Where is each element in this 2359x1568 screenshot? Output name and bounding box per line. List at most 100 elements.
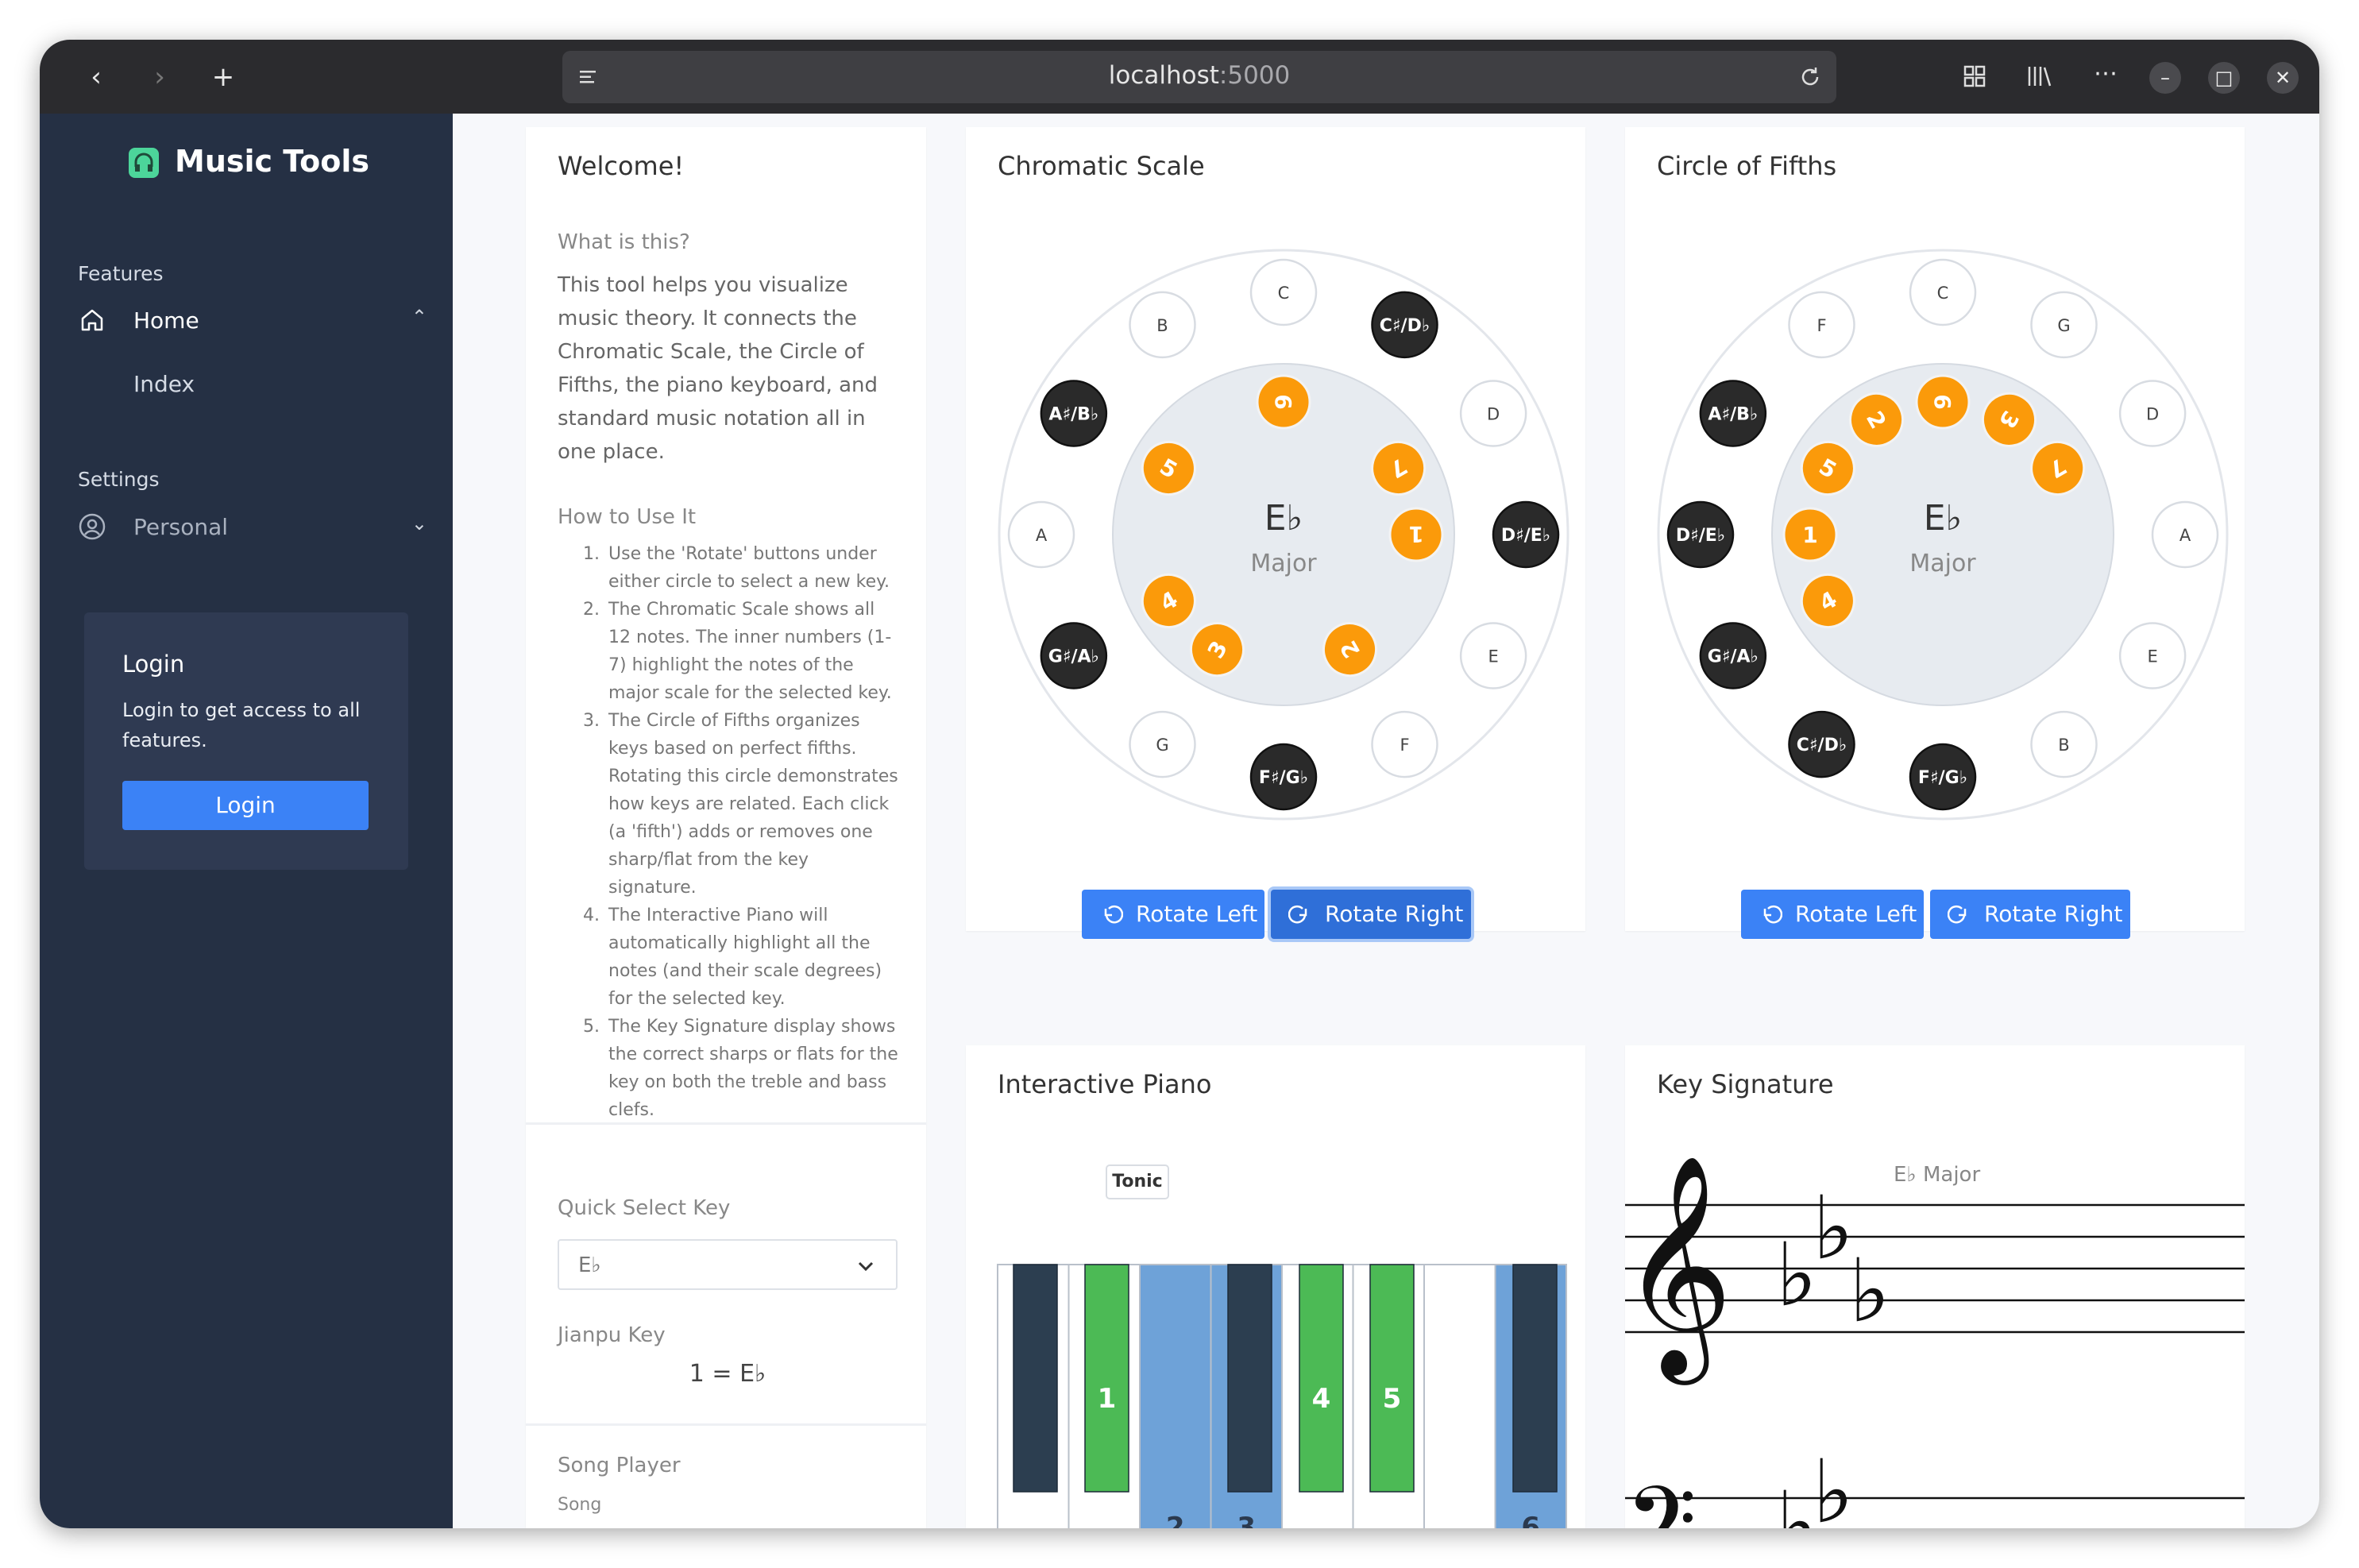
more-menu-icon[interactable]: ⋯ [2086, 54, 2125, 94]
forward-icon[interactable]: › [140, 57, 180, 97]
what-heading: What is this? [558, 230, 690, 254]
note-node[interactable]: C [1909, 258, 1977, 326]
reload-icon[interactable] [1798, 65, 1822, 89]
note-label: G [2057, 316, 2070, 335]
bass-clef: 𝄢 [1625, 1467, 1697, 1528]
sidebar-item-personal[interactable]: Personal ⌄ [78, 503, 427, 550]
sidebar-item-label: Home [133, 307, 199, 334]
note-label: D [1487, 405, 1500, 424]
address-bar[interactable]: localhost:5000 [562, 51, 1836, 103]
note-node[interactable]: F♯/G♭ [1249, 743, 1318, 811]
note-node[interactable]: A♯/B♭ [1699, 380, 1767, 447]
settings-label: Settings [78, 468, 160, 491]
note-label: A♯/B♭ [1048, 405, 1098, 425]
sidebar-item-home[interactable]: Home ⌃ [78, 296, 427, 344]
note-label: C♯/D♭ [1797, 736, 1847, 755]
black-key[interactable] [1084, 1264, 1129, 1493]
scale-degree-badge: 6 [1256, 374, 1311, 430]
note-node[interactable]: A [2151, 500, 2219, 569]
list-item: 5. The Key Signature display shows the co… [583, 1017, 898, 1120]
library-icon[interactable] [2025, 64, 2052, 89]
flat-sign: ♭ [1776, 1224, 1817, 1326]
howto-heading: How to Use It [558, 505, 697, 529]
note-node[interactable]: A♯/B♭ [1040, 380, 1108, 447]
note-node[interactable]: G [2030, 291, 2098, 359]
maximize-icon[interactable]: □ [2208, 62, 2240, 94]
fifths-card: Circle of Fifths C G D A E B F♯/G♭ C♯/D♭ G♯/A♭ D♯… [1625, 127, 2245, 939]
note-node[interactable]: B [2030, 710, 2098, 778]
sidebar-item-index[interactable]: Index [78, 360, 427, 407]
white-key-degree: 6 [1521, 1512, 1540, 1528]
song-player-label: Song Player [558, 1454, 681, 1477]
black-key[interactable] [1512, 1264, 1558, 1493]
note-label: G♯/A♭ [1048, 647, 1099, 667]
note-label: C [1278, 284, 1290, 303]
rotate-left-button[interactable]: Rotate Left [1741, 890, 1924, 939]
rotate-left-button[interactable]: Rotate Left [1082, 890, 1264, 939]
howto-steps: 1. Use the 'Rotate' buttons under either … [558, 540, 899, 1124]
note-node[interactable]: G [1129, 710, 1196, 778]
home-icon [81, 309, 103, 331]
note-node[interactable]: A [1007, 500, 1075, 569]
note-label: B [2058, 736, 2069, 755]
jianpu-label: Jianpu Key [558, 1323, 666, 1347]
white-key[interactable] [1423, 1264, 1496, 1528]
note-node[interactable]: F [1788, 291, 1855, 359]
new-tab-icon[interactable]: + [203, 57, 243, 97]
sidebar-item-label: Index [133, 371, 195, 397]
rotate-right-button[interactable]: Rotate Right [1271, 890, 1471, 939]
note-node[interactable]: C♯/D♭ [1788, 710, 1855, 778]
note-label: D♯/E♭ [1501, 526, 1550, 546]
note-label: F♯/G♭ [1259, 768, 1308, 788]
black-key[interactable] [1013, 1264, 1058, 1493]
headphones-icon [129, 148, 159, 178]
list-item: 2. The Chromatic Scale shows all 12 notes… [583, 600, 892, 703]
note-node[interactable]: B [1129, 291, 1196, 359]
note-label: C [1937, 284, 1949, 303]
white-key[interactable] [1139, 1264, 1212, 1528]
note-node[interactable]: D♯/E♭ [1666, 500, 1735, 569]
piano-keyboard[interactable]: 2 3 6 1 4 5 [966, 1045, 1585, 1528]
note-node[interactable]: G♯/A♭ [1040, 622, 1108, 689]
what-text: This tool helps you visualize music theo… [558, 273, 878, 464]
note-node[interactable]: G♯/A♭ [1699, 622, 1767, 689]
key-select-value: E♭ [578, 1253, 601, 1277]
black-key[interactable] [1369, 1264, 1415, 1493]
note-label: F♯/G♭ [1918, 768, 1967, 788]
minimize-icon[interactable]: – [2149, 62, 2181, 94]
note-node[interactable]: E [2118, 622, 2187, 689]
note-label: D♯/E♭ [1676, 526, 1725, 546]
brand-title[interactable]: Music Tools [175, 144, 369, 179]
black-key[interactable] [1299, 1264, 1344, 1493]
degree-label: 6 [1929, 394, 1956, 409]
list-item: 4. The Interactive Piano will automatical… [583, 906, 882, 1009]
rotate-right-button[interactable]: Rotate Right [1930, 890, 2130, 939]
divider [526, 1423, 926, 1426]
black-key[interactable] [1227, 1264, 1272, 1493]
note-node[interactable]: D [1459, 380, 1527, 447]
note-label: B [1156, 316, 1168, 335]
flat-sign: ♭ [1813, 1177, 1854, 1279]
note-node[interactable]: D [2118, 380, 2187, 447]
sidebar-item-label: Personal [133, 514, 229, 540]
note-node[interactable]: F [1371, 710, 1438, 778]
back-icon[interactable]: ‹ [76, 57, 116, 97]
key-select[interactable]: E♭ [558, 1239, 898, 1290]
white-key-degree: 2 [1166, 1512, 1185, 1528]
note-node[interactable]: C [1249, 258, 1318, 326]
note-label: F [1400, 736, 1409, 755]
note-node[interactable]: F♯/G♭ [1909, 743, 1977, 811]
note-label: A [1036, 526, 1048, 545]
note-node[interactable]: E [1459, 622, 1527, 689]
note-label: C♯/D♭ [1380, 316, 1430, 336]
close-icon[interactable]: ✕ [2267, 62, 2299, 94]
note-node[interactable]: D♯/E♭ [1492, 500, 1560, 569]
browser-window: ‹ › + localhost:5000 ⋯ – □ ✕ Music Tools… [40, 40, 2319, 1528]
note-node[interactable]: C♯/D♭ [1371, 291, 1438, 359]
flat-sign: ♭ [1813, 1441, 1854, 1528]
current-key-mode: Major [1250, 550, 1317, 577]
degree-label: 1 [1408, 521, 1423, 547]
note-label: E [2147, 647, 2157, 666]
tabs-grid-icon[interactable] [1962, 64, 1987, 89]
login-button[interactable]: Login [122, 781, 369, 830]
